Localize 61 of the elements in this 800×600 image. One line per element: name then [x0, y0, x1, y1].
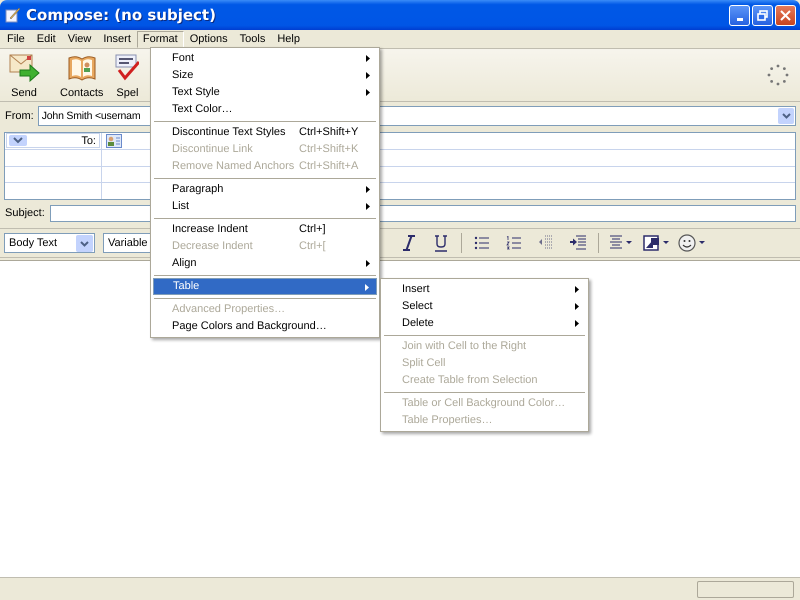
submenu-arrow-icon: [366, 203, 370, 210]
submenu-arrow-icon: [365, 284, 369, 291]
menu-item[interactable]: Table: [153, 278, 377, 295]
close-button[interactable]: [775, 4, 796, 26]
menu-item[interactable]: Size: [153, 67, 377, 84]
menu-item[interactable]: Select: [383, 298, 586, 315]
smiley-icon: [678, 234, 708, 252]
numbered-list-icon: [506, 236, 522, 250]
menu-item[interactable]: Discontinue Text Styles Ctrl+Shift+Y: [153, 124, 377, 141]
menu-item[interactable]: Font: [153, 50, 377, 67]
color-icon: [643, 234, 671, 252]
menu-item[interactable]: Delete: [383, 315, 586, 332]
menu-bar-item[interactable]: View: [62, 31, 98, 48]
submenu-arrow-icon: [366, 89, 370, 96]
dropdown-icon: [9, 135, 27, 146]
menu-bar-item[interactable]: File: [1, 31, 31, 48]
dropdown-icon: [76, 234, 93, 252]
submenu-arrow-icon: [575, 286, 579, 293]
window-title: Compose: (no subject): [26, 6, 217, 24]
minimize-icon: [736, 18, 742, 20]
restore-icon: [757, 10, 768, 20]
close-icon: [780, 10, 791, 20]
submenu-arrow-icon: [366, 55, 370, 62]
dropdown-icon: [778, 108, 794, 124]
menu-bar-item[interactable]: Tools: [234, 31, 272, 48]
bullet-list-icon: [474, 236, 490, 250]
menu-item[interactable]: Insert: [383, 281, 586, 298]
outdent-icon: [538, 235, 554, 251]
align-icon: [609, 235, 633, 251]
menu-item[interactable]: Page Colors and Background…: [153, 318, 377, 335]
submenu-arrow-icon: [575, 320, 579, 327]
menu-bar-item[interactable]: Insert: [97, 31, 137, 48]
menu-bar-item[interactable]: Edit: [30, 31, 62, 48]
contact-card-icon: [106, 134, 122, 148]
envelope-arrow-icon: [8, 52, 40, 82]
spellcheck-icon: [115, 52, 140, 82]
italic-icon: [402, 234, 416, 252]
submenu-arrow-icon: [575, 303, 579, 310]
compose-icon: [5, 7, 21, 23]
toolbar-button[interactable]: Spel: [109, 50, 146, 100]
subject-label: Subject:: [5, 207, 45, 219]
restore-button[interactable]: [752, 4, 773, 26]
from-label: From:: [5, 110, 34, 122]
menu-bar-item[interactable]: Options: [184, 31, 234, 48]
toolbar-button[interactable]: Contacts: [54, 50, 110, 100]
menu-item[interactable]: List: [153, 198, 377, 215]
menu-item[interactable]: Text Style: [153, 84, 377, 101]
menu-item[interactable]: Paragraph: [153, 181, 377, 198]
submenu-arrow-icon: [366, 260, 370, 267]
submenu-arrow-icon: [366, 72, 370, 79]
menu-bar-item[interactable]: Format: [136, 31, 184, 48]
toolbar-button[interactable]: Send: [2, 50, 46, 100]
menu-item[interactable]: Align: [153, 255, 377, 272]
menu-bar-item[interactable]: Help: [271, 31, 306, 48]
underline-icon: [434, 234, 448, 252]
recipient-type-select[interactable]: To:: [6, 133, 100, 148]
indent-icon: [570, 235, 586, 251]
minimize-button[interactable]: [729, 4, 750, 26]
submenu-arrow-icon: [366, 186, 370, 193]
loading-icon: [766, 63, 790, 87]
paragraph-style-select[interactable]: Body Text: [4, 233, 95, 253]
